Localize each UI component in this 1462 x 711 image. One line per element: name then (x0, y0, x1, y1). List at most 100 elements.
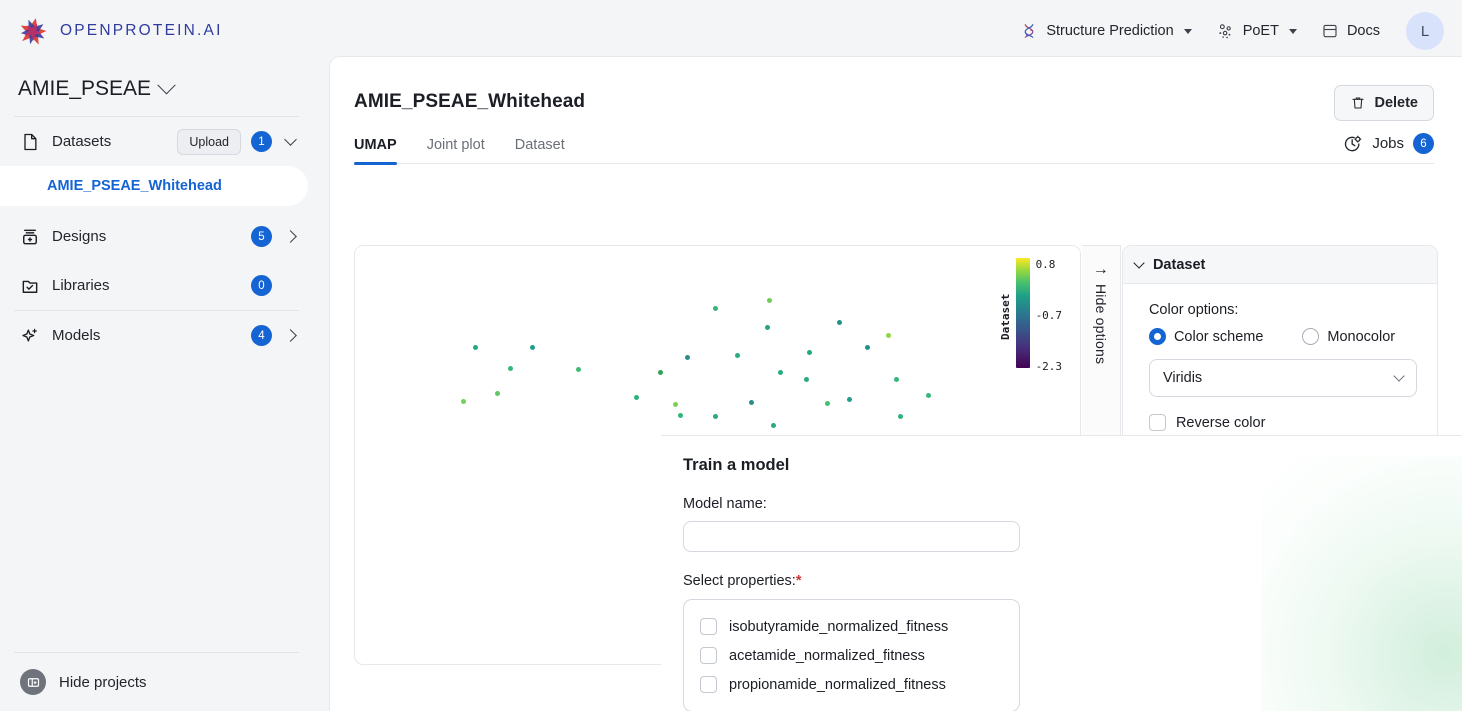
page-title: AMIE_PSEAE_Whitehead (354, 91, 586, 112)
brand-logo[interactable]: OPENPROTEIN.AI (0, 0, 330, 62)
models-count-badge: 4 (251, 325, 272, 346)
chevron-down-icon (1183, 28, 1192, 34)
app-root: OPENPROTEIN.AI Structure Prediction PoET… (0, 0, 1462, 711)
top-nav-structure-prediction[interactable]: Structure Prediction (1010, 15, 1201, 47)
scatter-point (894, 377, 899, 382)
property-checkbox-isobutyramide[interactable] (700, 618, 717, 635)
select-properties-label: Select properties:* (683, 573, 1462, 589)
property-label-isobutyramide: isobutyramide_normalized_fitness (729, 618, 949, 635)
property-row[interactable]: acetamide_normalized_fitness (684, 641, 1019, 670)
book-icon (1323, 24, 1337, 38)
protein-helix-icon (1024, 24, 1034, 38)
options-section-title: Dataset (1152, 256, 1206, 273)
sidebar: AMIE_PSEAE Datasets Upload 1 AMIE_PSEAE_… (0, 62, 313, 711)
scatter-point (771, 423, 776, 428)
sidebar-dataset-item[interactable]: AMIE_PSEAE_Whitehead (0, 166, 308, 206)
avatar[interactable]: L (1406, 12, 1444, 50)
tab-joint-plot[interactable]: Joint plot (427, 137, 485, 163)
arrow-right-icon: → (1092, 261, 1109, 278)
colorbar-ticks: 0.8 -0.7 -2.3 (1034, 258, 1066, 376)
color-scheme-select[interactable]: Viridis (1148, 359, 1417, 397)
jobs-label: Jobs (1372, 135, 1404, 152)
model-name-input[interactable] (683, 521, 1020, 552)
scatter-point (473, 345, 478, 350)
upload-button[interactable]: Upload (177, 128, 241, 155)
scatter-point (495, 391, 500, 396)
top-nav-structure-prediction-label: Structure Prediction (1046, 23, 1174, 39)
file-icon (24, 133, 37, 150)
colorbar-gradient (1015, 258, 1030, 368)
datasets-count-badge: 1 (251, 131, 272, 152)
delete-button[interactable]: Delete (1334, 85, 1434, 121)
delete-button-label: Delete (1374, 95, 1418, 111)
reverse-color-label[interactable]: Reverse color (1176, 415, 1265, 431)
scatter-point (634, 395, 639, 400)
sidebar-item-models-label: Models (52, 327, 101, 344)
scatter-point (807, 350, 812, 355)
top-nav-poet[interactable]: PoET (1206, 15, 1307, 48)
colorbar-tick-max: 0.8 (1035, 258, 1056, 271)
train-model-form: Train a model Model name: Select propert… (661, 436, 1462, 711)
sidebar-item-models[interactable]: Models 4 (0, 311, 313, 360)
property-checkbox-propionamide[interactable] (700, 676, 717, 693)
train-model-panel: Train a model Model name: Select propert… (661, 435, 1462, 711)
radio-monocolor-label[interactable]: Monocolor (1327, 329, 1395, 345)
radio-color-scheme[interactable] (1148, 328, 1166, 345)
libraries-count-badge: 0 (251, 275, 272, 296)
sidebar-item-designs[interactable]: Designs 5 (0, 212, 313, 261)
top-nav-docs-label: Docs (1346, 23, 1380, 39)
required-marker: * (795, 573, 802, 589)
chevron-right-icon[interactable] (284, 230, 297, 243)
property-row[interactable]: isobutyramide_normalized_fitness (684, 612, 1019, 641)
designs-count-badge: 5 (251, 226, 272, 247)
brand-name: OPENPROTEIN.AI (60, 22, 223, 39)
library-folder-icon (22, 280, 38, 293)
hide-options-label: Hide options (1092, 284, 1109, 365)
options-section-header-dataset[interactable]: Dataset (1122, 246, 1437, 284)
sidebar-item-datasets-label: Datasets (52, 133, 112, 150)
scatter-point (847, 397, 852, 402)
jobs-button[interactable]: Jobs 6 (1343, 133, 1434, 154)
radio-color-scheme-label[interactable]: Color scheme (1174, 329, 1263, 345)
scatter-point (767, 298, 772, 303)
top-nav-docs[interactable]: Docs (1311, 15, 1390, 47)
sidebar-item-designs-label: Designs (52, 228, 107, 245)
scatter-point (898, 414, 903, 419)
scatter-point (508, 366, 513, 371)
scatter-point (658, 370, 663, 375)
chevron-down-icon (1393, 370, 1405, 382)
select-properties-text: Select properties: (683, 573, 796, 589)
jobs-clock-gear-icon (1345, 135, 1362, 151)
top-nav-poet-label: PoET (1242, 23, 1279, 39)
sidebar-item-libraries-label: Libraries (52, 277, 110, 294)
openprotein-star-logo-icon (20, 18, 47, 45)
sparkle-icon (22, 328, 37, 341)
chevron-down-icon (157, 75, 176, 94)
tab-dataset[interactable]: Dataset (515, 137, 565, 163)
sidebar-item-libraries[interactable]: Libraries 0 (0, 261, 313, 310)
scatter-point (713, 306, 718, 311)
reverse-color-checkbox[interactable] (1148, 414, 1166, 431)
train-model-title: Train a model (683, 456, 790, 474)
colorbar-tick-mid: -0.7 (1035, 309, 1063, 322)
scatter-point (673, 402, 678, 407)
trash-icon (1352, 97, 1365, 109)
radio-monocolor[interactable] (1302, 328, 1320, 345)
hide-projects-button[interactable]: Hide projects (0, 653, 313, 711)
top-nav: Structure Prediction PoET Docs L (1010, 12, 1462, 50)
scatter-point (749, 400, 754, 405)
project-selector[interactable]: AMIE_PSEAE (0, 62, 313, 116)
scatter-point (886, 333, 891, 338)
project-name: AMIE_PSEAE (18, 77, 152, 100)
tab-umap[interactable]: UMAP (354, 137, 397, 165)
avatar-initial: L (1420, 22, 1430, 40)
scatter-point (735, 353, 740, 358)
chevron-right-icon[interactable] (284, 329, 297, 342)
properties-checkbox-list: isobutyramide_normalized_fitness acetami… (683, 599, 1020, 711)
sidebar-item-datasets[interactable]: Datasets Upload 1 (0, 117, 313, 166)
property-checkbox-acetamide[interactable] (700, 647, 717, 664)
property-label-propionamide: propionamide_normalized_fitness (729, 676, 946, 693)
property-row[interactable]: propionamide_normalized_fitness (684, 670, 1019, 699)
chevron-down-icon[interactable] (284, 133, 297, 146)
sidebar-dataset-item-label: AMIE_PSEAE_Whitehead (47, 178, 222, 194)
